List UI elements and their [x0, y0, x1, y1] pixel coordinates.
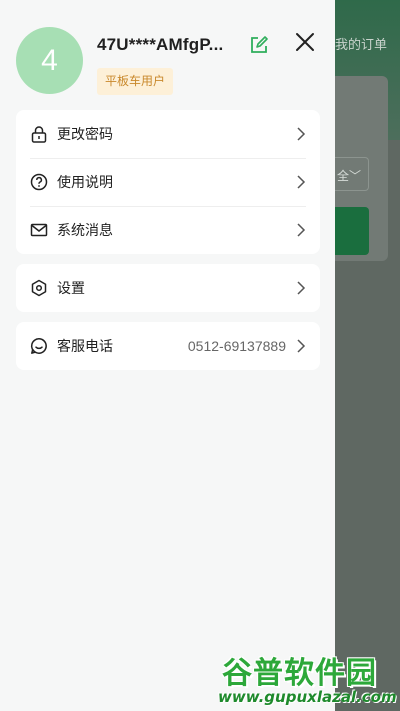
settings-icon [31, 279, 47, 297]
role-badge: 平板车用户 [97, 68, 174, 95]
menu-item-system-messages[interactable]: 系统消息 [16, 206, 320, 254]
chevron-right-icon [297, 175, 306, 189]
menu-item-label: 使用说明 [57, 175, 113, 191]
chevron-right-icon [297, 127, 306, 141]
watermark-url: www.gupuxlazal.com [218, 688, 397, 706]
avatar[interactable]: 4 [16, 27, 83, 94]
help-circle-icon [30, 173, 48, 191]
menu-card-support: 客服电话 0512-69137889 [16, 322, 320, 370]
chevron-right-icon [297, 281, 306, 295]
menu-card-account: 更改密码 使用说明 系统消息 [16, 110, 320, 254]
my-orders-link[interactable]: 我的订单 [335, 34, 387, 53]
lock-icon [31, 126, 47, 143]
background-select-label: 全 [337, 169, 350, 183]
menu-item-label: 客服电话 [57, 339, 113, 355]
side-drawer: 4 47U****AMfgP... 平板车用户 更改密码 使用说明 系统消息 设… [0, 0, 335, 711]
menu-item-label: 系统消息 [57, 223, 113, 239]
avatar-text: 4 [41, 43, 58, 77]
menu-item-customer-service[interactable]: 客服电话 0512-69137889 [16, 322, 320, 370]
chevron-right-icon [297, 223, 306, 237]
background-primary-button[interactable] [335, 207, 369, 255]
menu-item-settings[interactable]: 设置 [16, 264, 320, 312]
menu-item-label: 设置 [57, 281, 85, 297]
menu-item-label: 更改密码 [57, 127, 113, 143]
chevron-right-icon [297, 339, 306, 353]
watermark: 谷普软件园 www.gupuxlazal.com [218, 648, 400, 711]
username: 47U****AMfgP... [97, 35, 224, 54]
edit-icon[interactable] [250, 36, 268, 54]
background-select[interactable]: 全﹀ [335, 157, 369, 191]
close-icon[interactable] [294, 31, 316, 53]
menu-item-user-guide[interactable]: 使用说明 [16, 158, 320, 206]
customer-service-icon [30, 338, 47, 354]
phone-number: 0512-69137889 [187, 338, 286, 354]
menu-item-change-password[interactable]: 更改密码 [16, 110, 320, 158]
mail-icon [30, 223, 48, 237]
watermark-title: 谷普软件园 [222, 656, 377, 691]
menu-card-settings: 设置 [16, 264, 320, 312]
